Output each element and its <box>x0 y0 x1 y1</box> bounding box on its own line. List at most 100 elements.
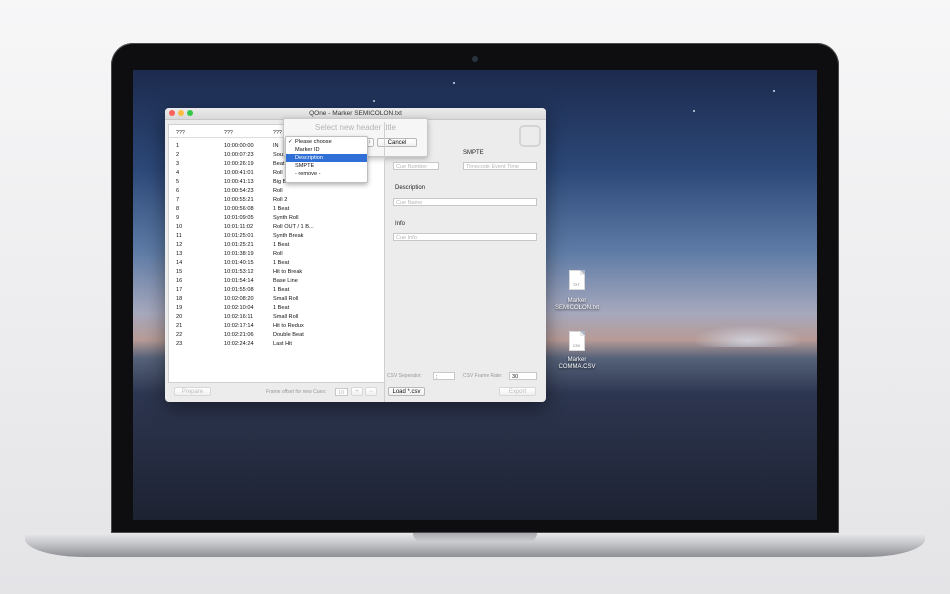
description-cell: Base Line <box>273 278 298 284</box>
timecode-cell: 10:02:24:24 <box>224 341 254 347</box>
cloud <box>693 325 803 347</box>
menu-item[interactable]: - remove - <box>286 170 367 178</box>
table-row[interactable]: 6 10:00:54:23 Roll <box>169 187 384 196</box>
smpte-field[interactable]: Timecode Event Time <box>463 162 537 170</box>
cue-id-cell: 22 <box>176 332 183 338</box>
cue-id-cell: 18 <box>176 296 183 302</box>
load-csv-button[interactable]: Load *.csv <box>388 387 425 396</box>
pane-divider[interactable] <box>384 122 385 402</box>
star <box>773 90 775 92</box>
table-row[interactable]: 9 10:01:09:05 Synth Roll <box>169 214 384 223</box>
table-row[interactable]: 16 10:01:54:14 Base Line <box>169 277 384 286</box>
description-cell: 1 Beat <box>273 305 290 311</box>
menu-item-label: SMPTE <box>295 163 315 169</box>
cue-id-cell: 23 <box>176 341 183 347</box>
file-label-line1: Marker <box>567 298 587 304</box>
table-row[interactable]: 21 10:02:17:14 Hit to Redux <box>169 322 384 331</box>
frame-offset-label: Frame offset for new Cues: <box>266 389 327 395</box>
csv-frame-rate-select[interactable]: 30 <box>509 372 537 380</box>
cue-id-cell: 3 <box>176 161 180 167</box>
prepare-button[interactable]: Prepare <box>174 387 211 396</box>
menu-item-label: Marker ID <box>295 147 320 153</box>
timecode-cell: 10:01:38:19 <box>224 251 254 257</box>
table-row[interactable]: 11 10:01:25:01 Synth Break <box>169 232 384 241</box>
csv-separator-label: CSV Seperator: <box>387 373 423 379</box>
description-field[interactable]: Cue Name <box>393 198 537 206</box>
star <box>453 82 455 84</box>
timecode-cell: 10:00:55:21 <box>224 197 254 203</box>
increment-button[interactable]: + <box>351 387 363 396</box>
cue-id-cell: 21 <box>176 323 183 329</box>
menu-item[interactable]: ✓ Please choose <box>286 138 367 146</box>
popover-title: Select new header title <box>315 123 396 132</box>
table-row[interactable]: 14 10:01:40:15 1 Beat <box>169 259 384 268</box>
table-row[interactable]: 8 10:00:56:08 1 Beat <box>169 205 384 214</box>
description-cell: Beat <box>273 161 285 167</box>
description-cell: Small Roll <box>273 314 299 320</box>
table-row[interactable]: 17 10:01:55:08 1 Beat <box>169 286 384 295</box>
description-cell: Sou <box>273 152 283 158</box>
decrement-button[interactable]: − <box>365 387 377 396</box>
timecode-cell: 10:02:21:06 <box>224 332 254 338</box>
star <box>693 110 695 112</box>
cue-id-cell: 17 <box>176 287 183 293</box>
table-row[interactable]: 12 10:01:25:21 1 Beat <box>169 241 384 250</box>
frame-offset-field[interactable]: 10 <box>335 388 348 396</box>
table-row[interactable]: 7 10:00:55:21 Roll 2 <box>169 196 384 205</box>
description-label: Description <box>395 185 426 191</box>
table-row[interactable]: 10 10:01:11:02 Roll OUT / 1 B... <box>169 223 384 232</box>
table-row[interactable]: 23 10:02:24:24 Last Hit <box>169 340 384 349</box>
cue-number-field[interactable]: Cue Number <box>393 162 439 170</box>
menu-item[interactable]: Marker ID <box>286 146 367 154</box>
checkmark-icon: ✓ <box>288 139 293 145</box>
menu-item[interactable]: Description <box>286 154 367 162</box>
cancel-button[interactable]: Cancel <box>377 138 417 147</box>
timecode-cell: 10:00:00:00 <box>224 143 254 149</box>
star <box>373 100 375 102</box>
camera-icon <box>472 56 478 62</box>
cue-id-cell: 13 <box>176 251 183 257</box>
description-cell: 1 Beat <box>273 260 290 266</box>
file-label-line1: Marker <box>567 357 587 363</box>
description-cell: Roll <box>273 170 283 176</box>
csv-frame-rate-label: CSV Frame Rate: <box>463 373 503 379</box>
cue-id-cell: 14 <box>176 260 183 266</box>
timecode-cell: 10:01:53:12 <box>224 269 254 275</box>
description-cell: Hit to Redux <box>273 323 304 329</box>
timecode-cell: 10:01:09:05 <box>224 215 254 221</box>
timecode-cell: 10:02:08:20 <box>224 296 254 302</box>
menu-item-label: Description <box>295 155 323 161</box>
table-row[interactable]: 18 10:02:08:20 Small Roll <box>169 295 384 304</box>
column-header-3[interactable]: ??? <box>273 130 282 136</box>
description-cell: Roll 2 <box>273 197 288 203</box>
app-logo-icon <box>519 125 541 147</box>
laptop-notch <box>413 533 537 542</box>
timecode-cell: 10:00:26:19 <box>224 161 254 167</box>
cue-id-cell: 11 <box>176 233 182 239</box>
timecode-cell: 10:00:56:08 <box>224 206 254 212</box>
header-title-menu: ✓ Please choose Marker ID Description SMPTE -… <box>285 136 368 183</box>
cue-id-cell: 1 <box>176 143 180 149</box>
description-cell: Roll OUT / 1 B... <box>273 224 314 230</box>
table-row[interactable]: 15 10:01:53:12 Hit to Break <box>169 268 384 277</box>
timecode-cell: 10:02:10:04 <box>224 305 254 311</box>
info-field[interactable]: Cue Info <box>393 233 537 241</box>
export-button[interactable]: Export <box>499 387 536 396</box>
cue-id-cell: 20 <box>176 314 183 320</box>
table-row[interactable]: 13 10:01:38:19 Roll <box>169 250 384 259</box>
cue-id-cell: 9 <box>176 215 180 221</box>
column-header-2[interactable]: ??? <box>224 130 233 136</box>
table-row[interactable]: 22 10:02:21:06 Double Beat <box>169 331 384 340</box>
table-row[interactable]: 19 10:02:10:04 1 Beat <box>169 304 384 313</box>
csv-separator-select[interactable]: ; <box>433 372 455 380</box>
timecode-cell: 10:00:41:13 <box>224 179 254 185</box>
timecode-cell: 10:01:25:01 <box>224 233 254 239</box>
description-cell: Roll <box>273 251 283 257</box>
description-cell: 1 Beat <box>273 287 290 293</box>
description-cell: Synth Break <box>273 233 304 239</box>
menu-item[interactable]: SMPTE <box>286 162 367 170</box>
column-header-1[interactable]: ??? <box>176 130 185 136</box>
table-row[interactable]: 20 10:02:16:11 Small Roll <box>169 313 384 322</box>
timecode-cell: 10:01:55:08 <box>224 287 254 293</box>
description-cell: Small Roll <box>273 296 299 302</box>
